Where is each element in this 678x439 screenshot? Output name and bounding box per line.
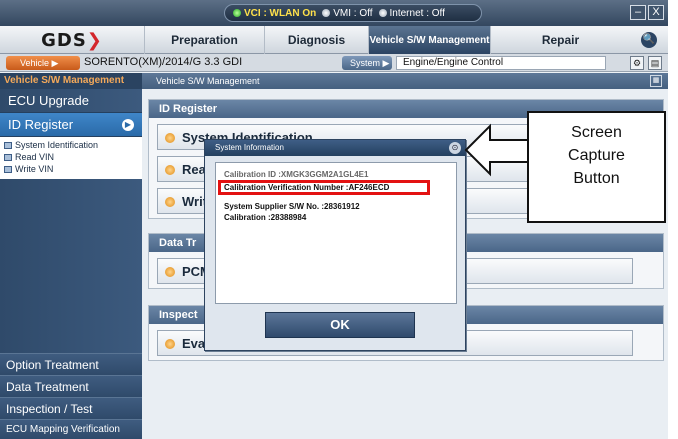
vehicle-button[interactable]: Vehicle ▶ — [6, 56, 80, 70]
sidebar-item-id-register[interactable]: ID Register ▶ — [0, 113, 142, 137]
status-bar: VCI : WLAN On VMI : Off Internet : Off –… — [0, 0, 668, 26]
bullet-icon — [165, 197, 175, 207]
vmi-status: VMI : Off — [322, 8, 373, 19]
bullet-icon — [165, 165, 175, 175]
settings-icon[interactable]: ⚙ — [630, 56, 644, 70]
sidebar-subitem-write-vin[interactable]: Write VIN — [4, 163, 142, 175]
gds-app-window: VCI : WLAN On VMI : Off Internet : Off –… — [0, 0, 668, 439]
sidebar-sublist: System Identification Read VIN Write VIN — [0, 137, 142, 179]
tab-preparation[interactable]: Preparation — [144, 26, 264, 54]
gds-logo: GDS ❯ — [41, 29, 103, 51]
list-bullet-icon — [4, 165, 12, 173]
ok-button[interactable]: OK — [265, 312, 415, 338]
sidebar-subitem-system-identification[interactable]: System Identification — [4, 139, 142, 151]
callout-line: Capture — [568, 147, 625, 164]
internet-indicator-icon — [378, 8, 387, 17]
sidebar-item-ecu-mapping-verification[interactable]: ECU Mapping Verification — [0, 419, 142, 439]
callout-line: Button — [573, 170, 620, 187]
sidebar-item-inspection-test[interactable]: Inspection / Test — [0, 397, 142, 419]
print-icon[interactable]: ▦ — [650, 75, 662, 87]
list-bullet-icon — [4, 153, 12, 161]
dialog-body: Calibration ID :XMGK3GGM2A1GL4E1 Calibra… — [215, 162, 457, 304]
sidebar-item-ecu-upgrade[interactable]: ECU Upgrade — [0, 89, 142, 113]
sidebar-bottom-menu: Option Treatment Data Treatment Inspecti… — [0, 353, 142, 439]
connection-status: VCI : WLAN On VMI : Off Internet : Off — [224, 4, 482, 22]
sidebar: Vehicle S/W Management ECU Upgrade ID Re… — [0, 73, 142, 439]
vmi-indicator-icon — [322, 8, 331, 17]
callout-arrow-icon — [464, 123, 529, 177]
sidebar-item-data-treatment[interactable]: Data Treatment — [0, 375, 142, 397]
sidebar-title: Vehicle S/W Management — [0, 73, 142, 89]
screen-capture-icon[interactable]: ⊙ — [449, 142, 461, 154]
callout-line: Screen — [571, 124, 622, 141]
vehicle-value: SORENTO(XM)/2014/G 3.3 GDI — [84, 56, 243, 68]
bullet-icon — [165, 339, 175, 349]
search-button[interactable]: 🔍 — [630, 26, 668, 54]
tab-diagnosis[interactable]: Diagnosis — [264, 26, 368, 54]
search-icon: 🔍 — [641, 32, 657, 48]
calibration: Calibration :28388984 — [224, 213, 307, 222]
vci-indicator-icon — [233, 8, 241, 17]
calibration-id: Calibration ID :XMGK3GGM2A1GL4E1 — [224, 170, 369, 179]
document-icon[interactable]: ▤ — [648, 56, 662, 70]
chevron-right-icon: ▶ — [122, 119, 134, 131]
screen-capture-callout: Screen Capture Button — [527, 111, 666, 223]
dialog-title: System Information ⊙ — [205, 140, 465, 156]
system-information-dialog: System Information ⊙ Calibration ID :XMG… — [204, 139, 466, 351]
system-button[interactable]: System ▶ — [342, 56, 392, 70]
tab-vehicle-sw-management[interactable]: Vehicle S/W Management — [368, 26, 490, 54]
calibration-verification-number: Calibration Verification Number :AF246EC… — [218, 180, 430, 195]
vehicle-bar: Vehicle ▶ SORENTO(XM)/2014/G 3.3 GDI Sys… — [0, 54, 668, 72]
system-supplier-sw-no: System Supplier S/W No. :28361912 — [224, 202, 360, 211]
system-value: Engine/Engine Control — [396, 56, 606, 70]
list-bullet-icon — [4, 141, 12, 149]
close-button[interactable]: X — [648, 5, 664, 20]
main-nav: GDS ❯ Preparation Diagnosis Vehicle S/W M… — [0, 26, 668, 54]
window-controls: – X — [630, 5, 664, 20]
sidebar-subitem-read-vin[interactable]: Read VIN — [4, 151, 142, 163]
tab-repair[interactable]: Repair — [490, 26, 630, 54]
vci-status: VCI : WLAN On — [233, 8, 316, 19]
main-breadcrumb: Vehicle S/W Management ▦ — [142, 73, 668, 89]
bullet-icon — [165, 267, 175, 277]
bullet-icon — [165, 133, 175, 143]
sidebar-item-option-treatment[interactable]: Option Treatment — [0, 353, 142, 375]
logo-accent-icon: ❯ — [86, 29, 103, 51]
minimize-button[interactable]: – — [630, 5, 646, 20]
internet-status: Internet : Off — [378, 8, 445, 19]
